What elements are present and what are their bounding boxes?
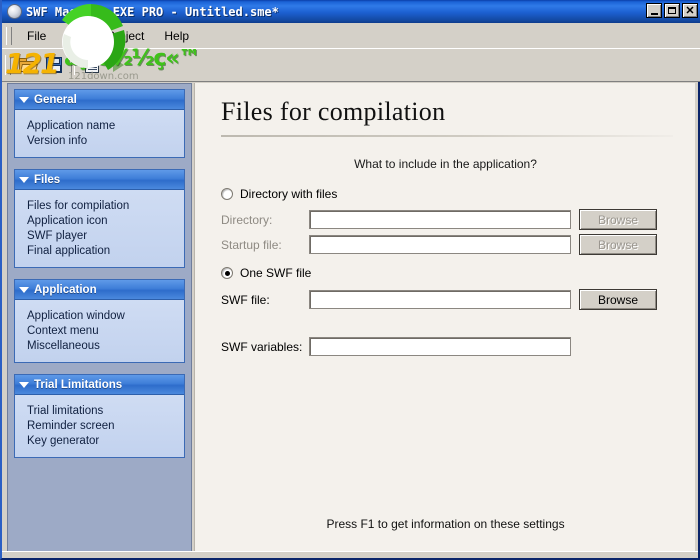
run-button[interactable] — [105, 52, 131, 78]
window-title: SWF Maestro EXE PRO - Untitled.sme* — [26, 5, 279, 19]
open-button[interactable] — [15, 52, 41, 78]
application-window: SWF Maestro EXE PRO - Untitled.sme* ✕ Fi… — [0, 0, 700, 560]
app-disc-icon — [7, 4, 22, 19]
sidebar-group-application-title: Application — [34, 284, 97, 296]
sidebar-group-trial-limitations: Trial Limitations Trial limitations Remi… — [14, 374, 185, 458]
sidebar-group-trial-limitations-header[interactable]: Trial Limitations — [15, 375, 184, 395]
sidebar-group-files: Files Files for compilation Application … — [14, 169, 185, 268]
menu-drag-handle[interactable] — [6, 27, 12, 45]
title-bar: SWF Maestro EXE PRO - Untitled.sme* ✕ — [2, 0, 700, 23]
sidebar-item-miscellaneous[interactable]: Miscellaneous — [27, 339, 184, 354]
sidebar-item-files-for-compilation[interactable]: Files for compilation — [27, 199, 184, 214]
main-content: Files for compilation What to include in… — [194, 83, 695, 553]
chevron-down-icon — [19, 97, 29, 103]
section-question: What to include in the application? — [195, 157, 696, 171]
sidebar-group-trial-limitations-body: Trial limitations Reminder screen Key ge… — [15, 395, 184, 457]
sidebar-group-application-header[interactable]: Application — [15, 280, 184, 300]
title-divider — [221, 135, 673, 137]
sidebar-group-general-body: Application name Version info — [15, 110, 184, 157]
startup-file-browse-button[interactable]: Browse — [579, 234, 657, 255]
status-bar — [2, 551, 698, 558]
startup-file-input[interactable] — [309, 235, 571, 254]
sidebar-group-files-body: Files for compilation Application icon S… — [15, 190, 184, 267]
radio-one-swf-file-label: One SWF file — [240, 266, 311, 280]
radio-directory-with-files[interactable]: Directory with files — [221, 187, 337, 201]
sidebar-group-application: Application Application window Context m… — [14, 279, 185, 363]
chevron-down-icon — [19, 287, 29, 293]
sidebar-item-application-name[interactable]: Application name — [27, 119, 184, 134]
sidebar-group-trial-limitations-title: Trial Limitations — [34, 379, 122, 391]
sidebar-item-trial-limitations[interactable]: Trial limitations — [27, 404, 184, 419]
script-icon — [85, 57, 99, 73]
sidebar: General Application name Version info Fi… — [7, 83, 192, 553]
sidebar-group-general-header[interactable]: General — [15, 90, 184, 110]
menu-item-file[interactable]: File — [18, 26, 55, 46]
minimize-button[interactable] — [646, 3, 662, 18]
field-row-startup-file: Startup file: Browse — [221, 234, 657, 255]
swf-variables-label: SWF variables: — [221, 340, 309, 354]
swf-file-input[interactable] — [309, 290, 571, 309]
sidebar-item-swf-player[interactable]: SWF player — [27, 229, 184, 244]
page-title: Files for compilation — [221, 97, 445, 127]
radio-icon-checked — [221, 267, 233, 279]
menu-item-project[interactable]: Project — [98, 26, 153, 46]
directory-input[interactable] — [309, 210, 571, 229]
toolbar-separator — [71, 55, 75, 75]
directory-label: Directory: — [221, 213, 309, 227]
sidebar-item-application-icon[interactable]: Application icon — [27, 214, 184, 229]
sidebar-group-files-title: Files — [34, 174, 60, 186]
script-button[interactable] — [79, 52, 105, 78]
radio-directory-with-files-label: Directory with files — [240, 187, 337, 201]
menu-bar: File Edit Project Help — [2, 23, 700, 49]
directory-browse-button[interactable]: Browse — [579, 209, 657, 230]
maximize-button[interactable] — [664, 3, 680, 18]
sidebar-item-final-application[interactable]: Final application — [27, 244, 184, 259]
close-button[interactable]: ✕ — [682, 3, 698, 18]
open-folder-icon — [19, 58, 37, 73]
sidebar-item-application-window[interactable]: Application window — [27, 309, 184, 324]
field-row-directory: Directory: Browse — [221, 209, 657, 230]
chevron-down-icon — [19, 382, 29, 388]
sidebar-group-general: General Application name Version info — [14, 89, 185, 158]
menu-item-help[interactable]: Help — [155, 26, 198, 46]
toolbar-drag-handle[interactable] — [5, 55, 11, 75]
sidebar-item-key-generator[interactable]: Key generator — [27, 434, 184, 449]
field-row-swf-variables: SWF variables: — [221, 337, 571, 356]
field-row-swf-file: SWF file: Browse — [221, 289, 657, 310]
sidebar-group-application-body: Application window Context menu Miscella… — [15, 300, 184, 362]
sidebar-group-files-header[interactable]: Files — [15, 170, 184, 190]
help-hint: Press F1 to get information on these set… — [195, 517, 696, 531]
swf-file-browse-button[interactable]: Browse — [579, 289, 657, 310]
chevron-down-icon — [19, 177, 29, 183]
save-button[interactable] — [41, 52, 67, 78]
sidebar-item-reminder-screen[interactable]: Reminder screen — [27, 419, 184, 434]
radio-one-swf-file[interactable]: One SWF file — [221, 266, 311, 280]
swf-file-label: SWF file: — [221, 293, 309, 307]
swf-variables-input[interactable] — [309, 337, 571, 356]
window-controls: ✕ — [646, 3, 698, 18]
sidebar-group-general-title: General — [34, 94, 77, 106]
radio-icon-unchecked — [221, 188, 233, 200]
toolbar — [2, 48, 700, 82]
sidebar-item-context-menu[interactable]: Context menu — [27, 324, 184, 339]
run-icon — [113, 58, 124, 72]
save-icon — [46, 57, 62, 73]
startup-file-label: Startup file: — [221, 238, 309, 252]
sidebar-item-version-info[interactable]: Version info — [27, 134, 184, 149]
